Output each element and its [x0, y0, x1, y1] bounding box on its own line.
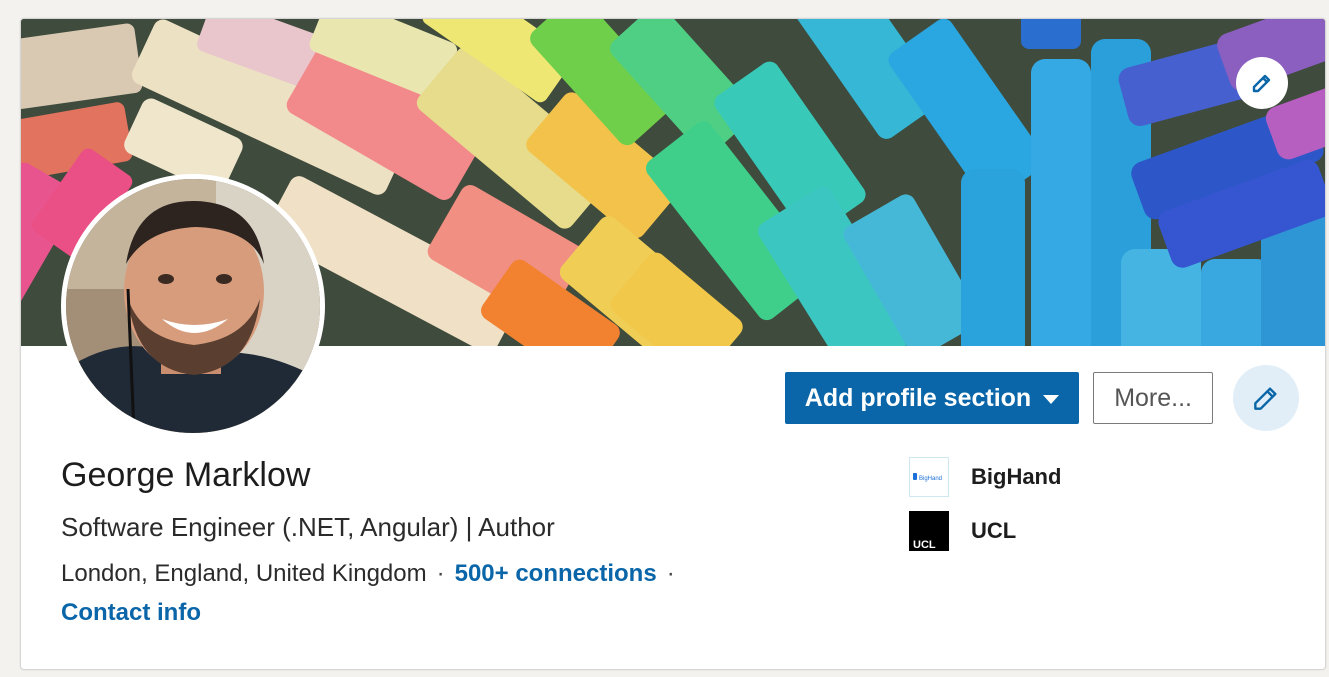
add-profile-section-label: Add profile section	[804, 383, 1032, 412]
profile-location: London, England, United Kingdom	[61, 560, 427, 587]
more-button[interactable]: More...	[1093, 372, 1213, 424]
profile-name: George Marklow	[61, 456, 311, 494]
avatar	[66, 179, 320, 433]
profile-actions: Add profile section More...	[784, 365, 1299, 431]
profile-photo[interactable]	[61, 174, 325, 438]
bighand-logo-text: BigHand	[919, 476, 942, 482]
profile-headline: Software Engineer (.NET, Angular) | Auth…	[61, 512, 555, 542]
connections-link[interactable]: 500+ connections	[455, 560, 657, 587]
pencil-icon	[1252, 74, 1271, 93]
edit-intro-button[interactable]	[1233, 365, 1299, 431]
pencil-icon	[1254, 387, 1277, 410]
profile-meta: London, England, United Kingdom · 500+ con…	[61, 560, 685, 588]
experience-education-list: BigHand BigHand UCL UCL	[909, 456, 1061, 564]
ucl-logo: UCL	[909, 511, 949, 551]
company-name: BigHand	[971, 464, 1062, 489]
ucl-logo-text: UCL	[913, 539, 936, 551]
profile-top-card: Add profile section More... George Markl…	[20, 18, 1326, 670]
caret-down-icon	[1043, 394, 1060, 404]
contact-info-link[interactable]: Contact info	[61, 599, 201, 627]
separator-dot: ·	[436, 560, 445, 587]
separator-dot: ·	[666, 560, 675, 587]
bighand-logo: BigHand	[909, 457, 949, 497]
add-profile-section-button[interactable]: Add profile section	[784, 372, 1080, 424]
edit-background-button[interactable]	[1236, 57, 1288, 109]
school-ucl[interactable]: UCL UCL	[909, 510, 1061, 552]
company-bighand[interactable]: BigHand BigHand	[909, 456, 1061, 498]
school-name: UCL	[971, 518, 1017, 543]
